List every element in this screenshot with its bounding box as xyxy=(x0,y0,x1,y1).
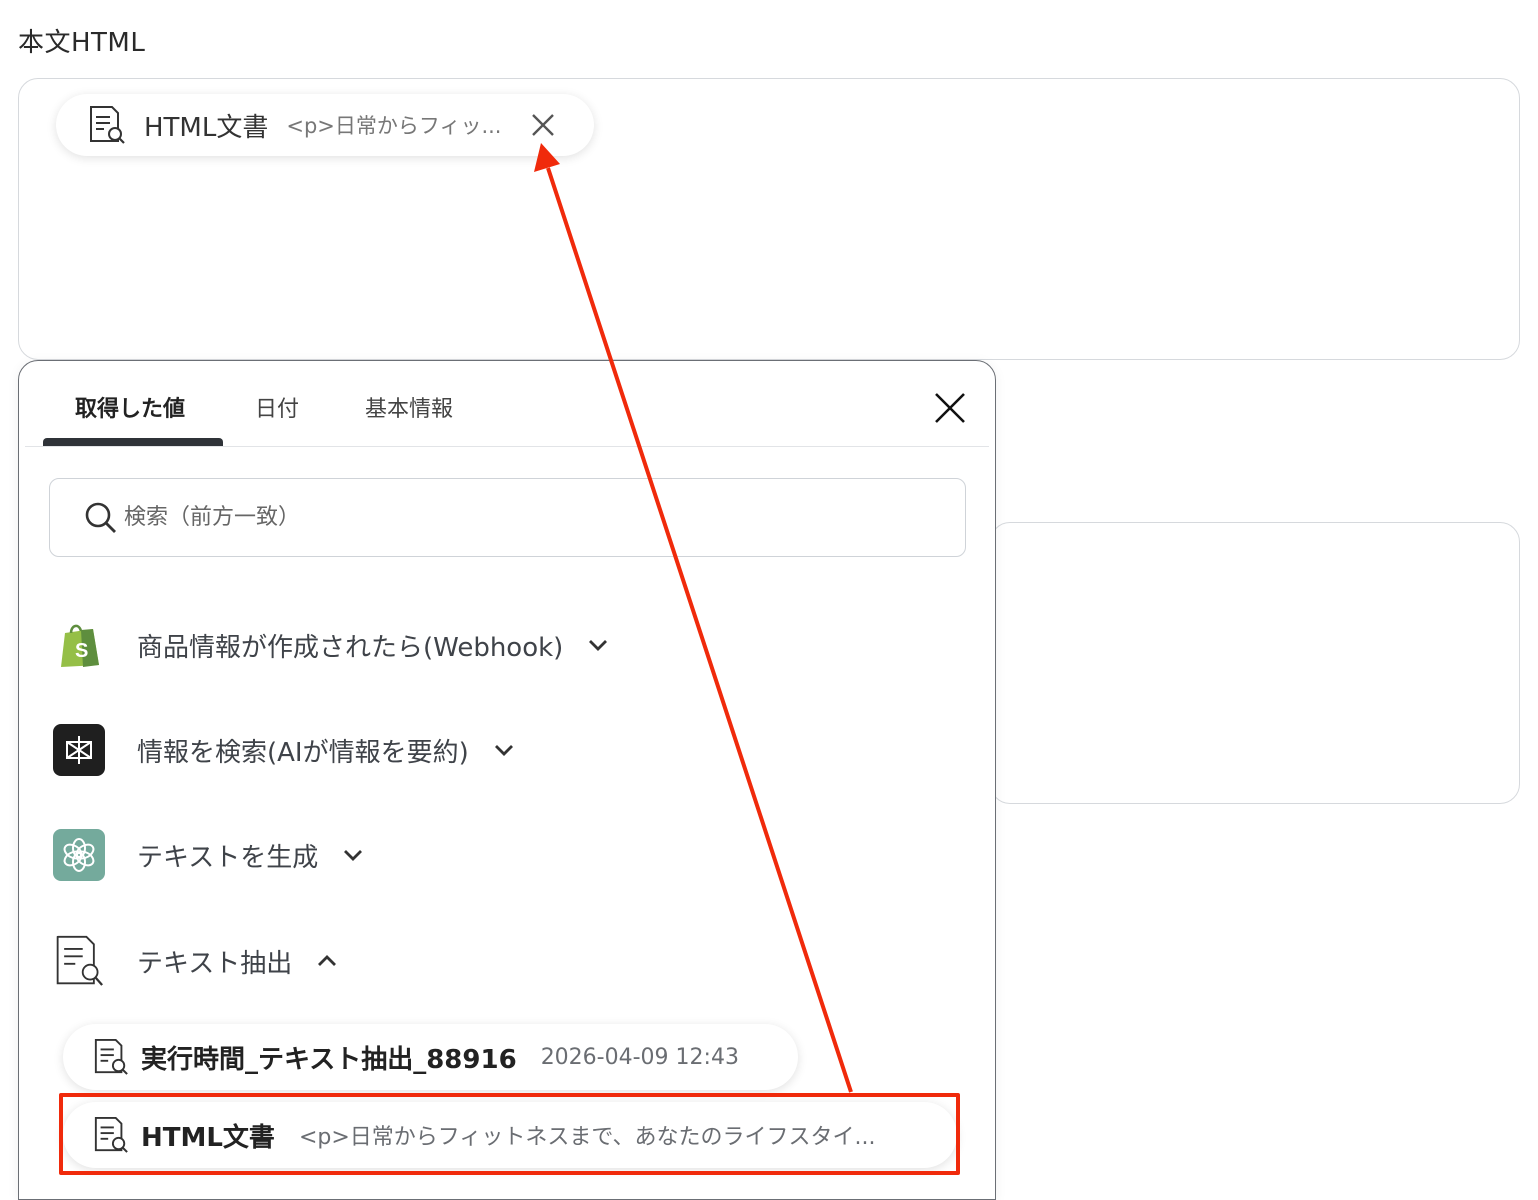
list-item[interactable]: HTML文書 <p>日常からフィットネスまで、あなたのライフスタイ... xyxy=(63,1102,957,1168)
active-tab-indicator xyxy=(43,438,223,446)
shopify-icon: S xyxy=(61,624,99,667)
item-title: 実行時間_テキスト抽出_88916 xyxy=(141,1044,517,1075)
close-icon[interactable] xyxy=(530,112,556,138)
group-label: 商品情報が作成されたら(Webhook) xyxy=(137,632,564,663)
tab-basic-info[interactable]: 基本情報 xyxy=(365,391,453,423)
close-icon[interactable] xyxy=(933,391,967,425)
tab-acquired-values[interactable]: 取得した値 xyxy=(75,391,185,423)
secondary-field[interactable] xyxy=(990,522,1520,804)
item-value: 2026-04-09 12:43 xyxy=(540,1044,739,1070)
text-extract-icon xyxy=(94,1117,128,1153)
chevron-down-icon[interactable] xyxy=(340,842,366,868)
group-generate-text[interactable]: テキストを生成 xyxy=(53,825,366,885)
chip-value: <p>日常からフィッ... xyxy=(286,114,502,138)
chevron-down-icon[interactable] xyxy=(491,737,517,763)
search-input[interactable] xyxy=(124,505,884,530)
svg-text:S: S xyxy=(75,640,88,662)
group-ai-search[interactable]: 情報を検索(AIが情報を要約) xyxy=(53,720,517,780)
text-extract-icon xyxy=(56,935,104,986)
search-icon xyxy=(85,502,116,533)
variable-chip[interactable]: HTML文書 <p>日常からフィッ... xyxy=(56,94,594,156)
chevron-down-icon[interactable] xyxy=(585,632,611,658)
text-extract-icon xyxy=(90,106,125,144)
group-label: テキスト抽出 xyxy=(137,948,293,979)
openai-icon xyxy=(53,829,105,881)
list-item[interactable]: 実行時間_テキスト抽出_88916 2026-04-09 12:43 xyxy=(63,1024,798,1090)
text-extract-icon xyxy=(94,1039,128,1075)
field-label: 本文HTML xyxy=(18,28,146,58)
item-value: <p>日常からフィットネスまで、あなたのライフスタイ... xyxy=(298,1125,876,1150)
tab-bar: 取得した値 日付 基本情報 xyxy=(25,361,989,447)
value-picker-panel: 取得した値 日付 基本情報 S 商品情報が作成されたら(Webhook) xyxy=(18,360,996,1200)
tab-date[interactable]: 日付 xyxy=(255,391,299,423)
group-shopify-webhook[interactable]: S 商品情報が作成されたら(Webhook) xyxy=(53,615,611,675)
search-box[interactable] xyxy=(49,478,966,557)
chevron-up-icon[interactable] xyxy=(314,948,340,974)
group-label: 情報を検索(AIが情報を要約) xyxy=(137,737,469,768)
group-text-extract[interactable]: テキスト抽出 xyxy=(53,931,340,991)
item-title: HTML文書 xyxy=(141,1122,275,1153)
chip-title: HTML文書 xyxy=(144,112,269,143)
group-label: テキストを生成 xyxy=(137,842,319,873)
perplexity-icon xyxy=(53,724,105,776)
